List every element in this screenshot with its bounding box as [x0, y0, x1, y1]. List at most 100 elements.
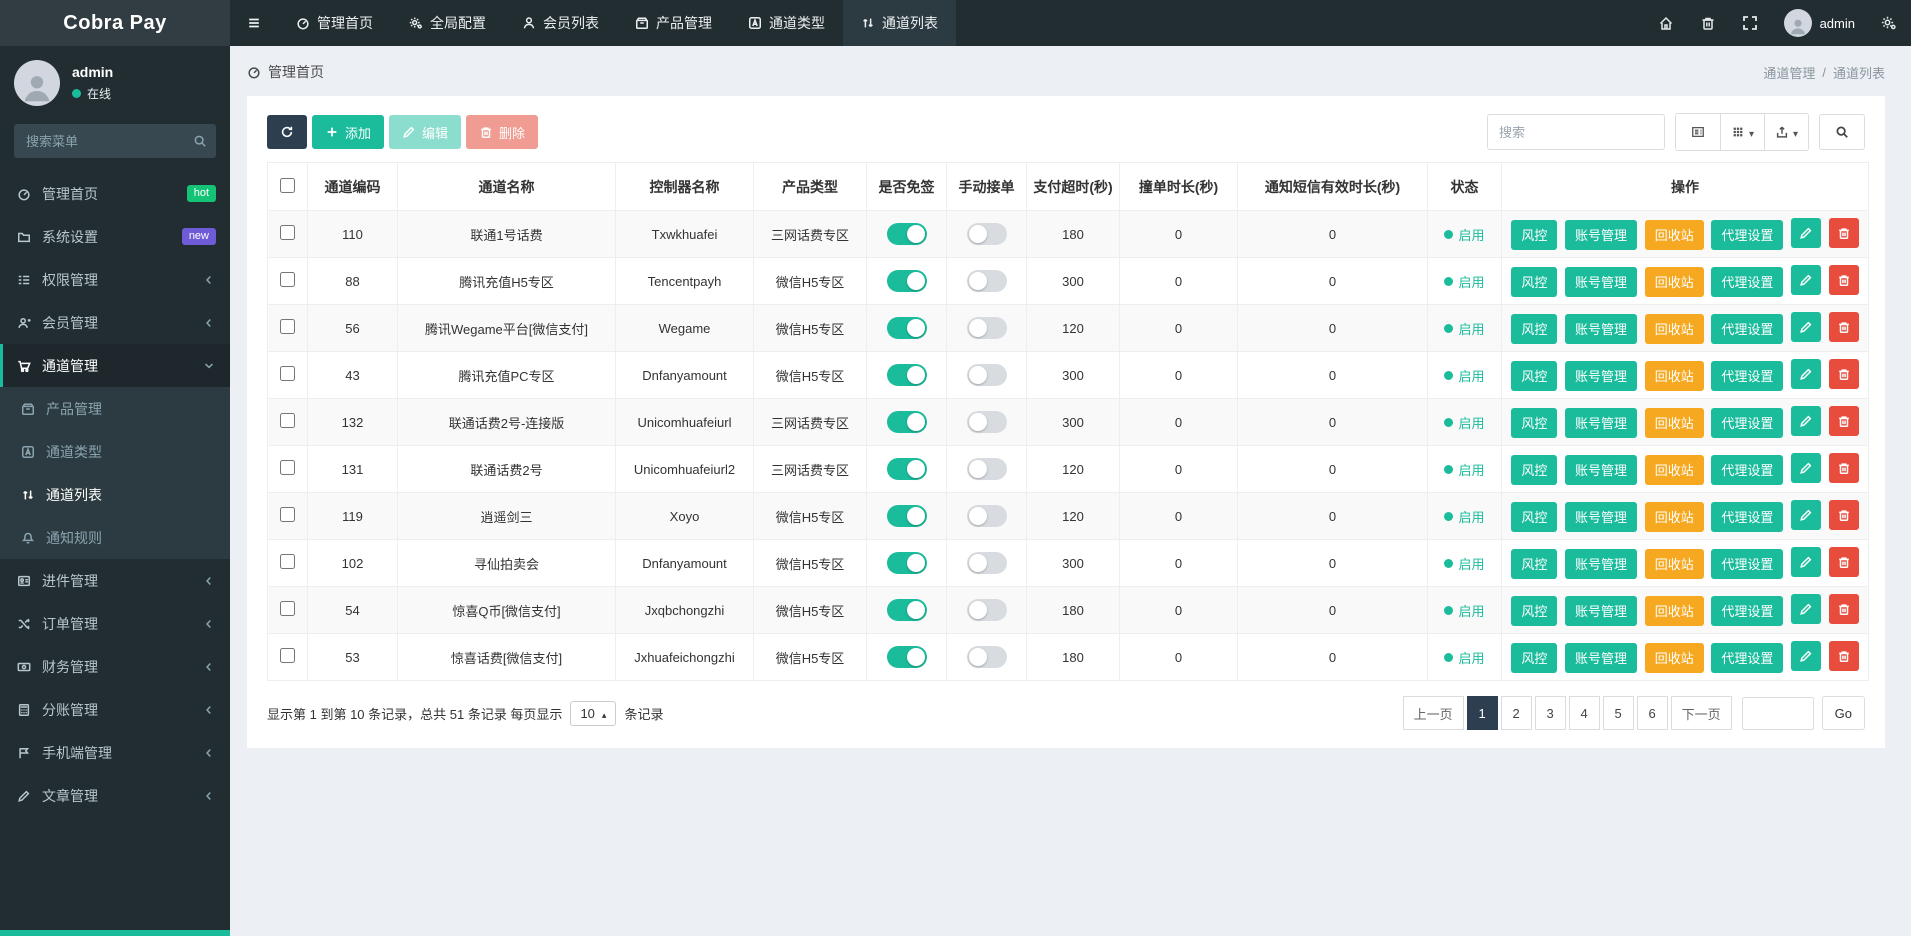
recycle-bin-button[interactable]: 回收站 [1644, 454, 1704, 485]
app-logo[interactable]: Cobra Pay [0, 0, 230, 46]
account-manage-button[interactable]: 账号管理 [1565, 642, 1638, 673]
risk-control-button[interactable]: 风控 [1511, 266, 1558, 297]
sidebar-item-system-settings[interactable]: 系统设置 new [0, 215, 230, 258]
edit-row-button[interactable] [1790, 312, 1821, 343]
free-sign-toggle[interactable] [886, 552, 927, 574]
agent-settings-button[interactable]: 代理设置 [1711, 266, 1784, 297]
sidebar-menu-search-input[interactable] [14, 124, 216, 158]
detail-view-button[interactable] [1676, 114, 1720, 150]
add-button[interactable]: 添加 [312, 115, 385, 149]
free-sign-toggle[interactable] [886, 646, 927, 668]
agent-settings-button[interactable]: 代理设置 [1711, 407, 1784, 438]
search-button[interactable] [1819, 114, 1865, 150]
recycle-bin-button[interactable]: 回收站 [1644, 548, 1704, 579]
page-button-1[interactable]: 1 [1466, 696, 1498, 730]
delete-row-button[interactable] [1828, 453, 1859, 484]
home-icon[interactable] [1658, 15, 1674, 31]
edit-row-button[interactable] [1790, 406, 1821, 437]
agent-settings-button[interactable]: 代理设置 [1711, 360, 1784, 391]
row-checkbox[interactable] [280, 648, 295, 663]
sidebar-item-member-manage[interactable]: 会员管理 [0, 301, 230, 344]
edit-row-button[interactable] [1790, 594, 1821, 625]
go-button[interactable]: Go [1821, 696, 1865, 730]
recycle-bin-button[interactable]: 回收站 [1644, 595, 1704, 626]
risk-control-button[interactable]: 风控 [1511, 219, 1558, 250]
edit-row-button[interactable] [1790, 359, 1821, 390]
risk-control-button[interactable]: 风控 [1511, 407, 1558, 438]
manual-accept-toggle[interactable] [966, 411, 1007, 433]
sidebar-subitem-channel-list[interactable]: 通道列表 [0, 473, 230, 516]
sidebar-item-article-manage[interactable]: 文章管理 [0, 774, 230, 817]
row-checkbox[interactable] [280, 413, 295, 428]
row-checkbox[interactable] [280, 272, 295, 287]
page-size-select[interactable]: 10 [570, 700, 617, 726]
row-checkbox[interactable] [280, 319, 295, 334]
manual-accept-toggle[interactable] [966, 223, 1007, 245]
select-all-checkbox[interactable] [280, 177, 295, 193]
sidebar-subitem-channel-type[interactable]: 通道类型 [0, 430, 230, 473]
recycle-bin-button[interactable]: 回收站 [1644, 313, 1704, 344]
free-sign-toggle[interactable] [886, 364, 927, 386]
manual-accept-toggle[interactable] [966, 458, 1007, 480]
refresh-button[interactable] [267, 115, 307, 149]
delete-row-button[interactable] [1828, 406, 1859, 437]
risk-control-button[interactable]: 风控 [1511, 454, 1558, 485]
sidebar-item-merchant-entry[interactable]: 进件管理 [0, 559, 230, 602]
manual-accept-toggle[interactable] [966, 364, 1007, 386]
delete-button[interactable]: 删除 [466, 115, 539, 149]
row-checkbox[interactable] [280, 601, 295, 616]
free-sign-toggle[interactable] [886, 458, 927, 480]
breadcrumb-parent-link[interactable]: 通道管理 [1763, 63, 1815, 82]
agent-settings-button[interactable]: 代理设置 [1711, 642, 1784, 673]
delete-row-button[interactable] [1828, 641, 1859, 672]
columns-dropdown-button[interactable] [1720, 114, 1764, 150]
page-button-6[interactable]: 6 [1636, 696, 1668, 730]
edit-row-button[interactable] [1790, 500, 1821, 531]
topnav-item-channel-type[interactable]: 通道类型 [730, 0, 843, 46]
topnav-item-member-list[interactable]: 会员列表 [504, 0, 617, 46]
row-checkbox[interactable] [280, 366, 295, 381]
risk-control-button[interactable]: 风控 [1511, 642, 1558, 673]
topbar-user-menu[interactable]: admin [1783, 9, 1855, 37]
risk-control-button[interactable]: 风控 [1511, 313, 1558, 344]
manual-accept-toggle[interactable] [966, 270, 1007, 292]
delete-row-button[interactable] [1828, 359, 1859, 390]
account-manage-button[interactable]: 账号管理 [1565, 360, 1638, 391]
edit-row-button[interactable] [1790, 641, 1821, 672]
row-checkbox[interactable] [280, 460, 295, 475]
fullscreen-icon[interactable] [1742, 15, 1758, 31]
edit-row-button[interactable] [1790, 265, 1821, 296]
free-sign-toggle[interactable] [886, 270, 927, 292]
delete-row-button[interactable] [1828, 218, 1859, 249]
page-button-3[interactable]: 3 [1534, 696, 1566, 730]
free-sign-toggle[interactable] [886, 223, 927, 245]
manual-accept-toggle[interactable] [966, 599, 1007, 621]
sidebar-item-dashboard[interactable]: 管理首页 hot [0, 172, 230, 215]
risk-control-button[interactable]: 风控 [1511, 360, 1558, 391]
agent-settings-button[interactable]: 代理设置 [1711, 548, 1784, 579]
manual-accept-toggle[interactable] [966, 646, 1007, 668]
edit-button[interactable]: 编辑 [389, 115, 462, 149]
recycle-bin-button[interactable]: 回收站 [1644, 266, 1704, 297]
trash-icon[interactable] [1700, 15, 1716, 31]
delete-row-button[interactable] [1828, 312, 1859, 343]
topnav-item-dashboard[interactable]: 管理首页 [278, 0, 391, 46]
page-button-5[interactable]: 5 [1602, 696, 1634, 730]
sidebar-item-channel-manage[interactable]: 通道管理 [0, 344, 230, 387]
next-page-button[interactable]: 下一页 [1670, 696, 1732, 730]
recycle-bin-button[interactable]: 回收站 [1644, 501, 1704, 532]
sidebar-subitem-notify-rules[interactable]: 通知规则 [0, 516, 230, 559]
manual-accept-toggle[interactable] [966, 317, 1007, 339]
goto-page-input[interactable] [1741, 696, 1814, 730]
risk-control-button[interactable]: 风控 [1511, 501, 1558, 532]
agent-settings-button[interactable]: 代理设置 [1711, 219, 1784, 250]
risk-control-button[interactable]: 风控 [1511, 548, 1558, 579]
topnav-item-global-config[interactable]: 全局配置 [391, 0, 504, 46]
recycle-bin-button[interactable]: 回收站 [1644, 360, 1704, 391]
account-manage-button[interactable]: 账号管理 [1565, 548, 1638, 579]
sidebar-item-order-manage[interactable]: 订单管理 [0, 602, 230, 645]
account-manage-button[interactable]: 账号管理 [1565, 313, 1638, 344]
free-sign-toggle[interactable] [886, 411, 927, 433]
export-dropdown-button[interactable] [1764, 114, 1808, 150]
account-manage-button[interactable]: 账号管理 [1565, 407, 1638, 438]
